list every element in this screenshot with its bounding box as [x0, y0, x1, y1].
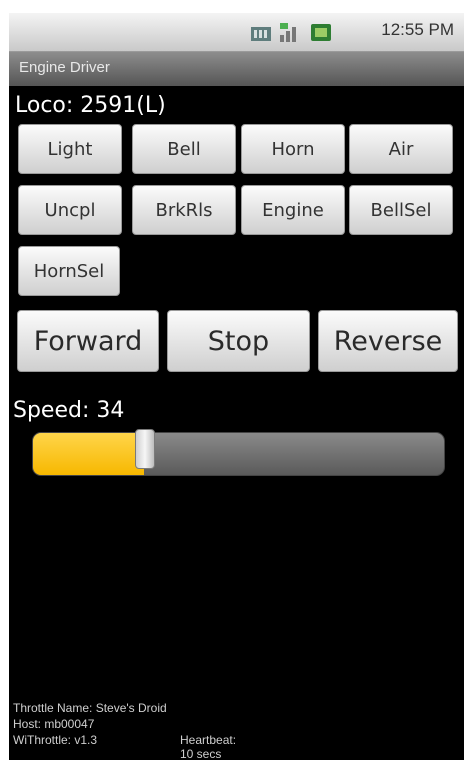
- speed-readout: Speed: 34: [13, 398, 124, 423]
- speed-slider[interactable]: [32, 429, 445, 476]
- status-bar: 12:55 PM: [9, 13, 464, 52]
- withrottle-version: WiThrottle: v1.3: [13, 733, 98, 747]
- throttle-name: Throttle Name: Steve's Droid: [13, 701, 167, 715]
- signal-icon: [251, 27, 271, 41]
- speed-slider-fill: [33, 433, 144, 475]
- app-title: Engine Driver: [19, 59, 110, 76]
- clock: 12:55 PM: [381, 20, 454, 39]
- speed-value: 34: [96, 398, 125, 423]
- loco-label: Loco: 2591(L): [15, 93, 166, 118]
- host-info: Host: mb00047: [13, 717, 95, 731]
- bell-select-button[interactable]: BellSel: [349, 185, 453, 235]
- heartbeat-info: Heartbeat: 10 secs: [180, 733, 237, 760]
- phone-screen: 12:55 PM Engine Driver Loco: 2591(L) Lig…: [9, 13, 464, 760]
- engine-button[interactable]: Engine: [241, 185, 345, 235]
- speed-slider-thumb[interactable]: [134, 429, 155, 469]
- version-info: WiThrottle: v1.3 Heartbeat: 10 secs: [13, 733, 236, 760]
- signal-bars-icon: [280, 23, 296, 42]
- uncouple-button[interactable]: Uncpl: [18, 185, 122, 235]
- battery-icon: [311, 24, 331, 41]
- brake-release-button[interactable]: BrkRls: [132, 185, 236, 235]
- horn-button[interactable]: Horn: [241, 124, 345, 174]
- stop-button[interactable]: Stop: [167, 310, 310, 372]
- bell-button[interactable]: Bell: [132, 124, 236, 174]
- speed-label: Speed:: [13, 398, 90, 423]
- reverse-button[interactable]: Reverse: [318, 310, 458, 372]
- light-button[interactable]: Light: [18, 124, 122, 174]
- air-button[interactable]: Air: [349, 124, 453, 174]
- title-bar: Engine Driver: [9, 52, 464, 86]
- horn-select-button[interactable]: HornSel: [18, 246, 120, 296]
- forward-button[interactable]: Forward: [17, 310, 159, 372]
